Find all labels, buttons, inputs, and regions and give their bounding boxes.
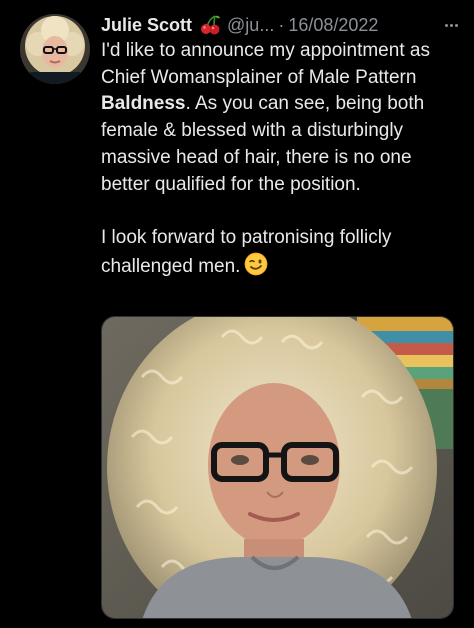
tweet-text-part: I'd like to announce my appointment as C… bbox=[101, 40, 430, 88]
cherries-icon bbox=[199, 15, 221, 35]
tweet-photo[interactable] bbox=[101, 316, 454, 619]
author-name[interactable]: Julie Scott bbox=[101, 15, 192, 36]
tweet-card[interactable]: Julie Scott @ju... · 16/08/2022 I'd like… bbox=[0, 0, 474, 628]
tweet-bold-word: Baldness bbox=[101, 93, 186, 115]
tweet-date[interactable]: 16/08/2022 bbox=[288, 15, 378, 36]
winking-face-icon bbox=[244, 252, 268, 285]
author-handle[interactable]: @ju... bbox=[227, 15, 274, 36]
tweet-header: Julie Scott @ju... · 16/08/2022 bbox=[101, 12, 464, 38]
avatar[interactable] bbox=[20, 14, 90, 84]
tweet-paragraph-1: I'd like to announce my appointment as C… bbox=[101, 38, 463, 198]
separator-dot: · bbox=[278, 14, 285, 35]
tweet-text: I'd like to announce my appointment as C… bbox=[101, 38, 463, 284]
tweet-paragraph-2: I look forward to patronising follicly c… bbox=[101, 225, 463, 284]
more-horizontal-icon[interactable] bbox=[438, 12, 464, 38]
